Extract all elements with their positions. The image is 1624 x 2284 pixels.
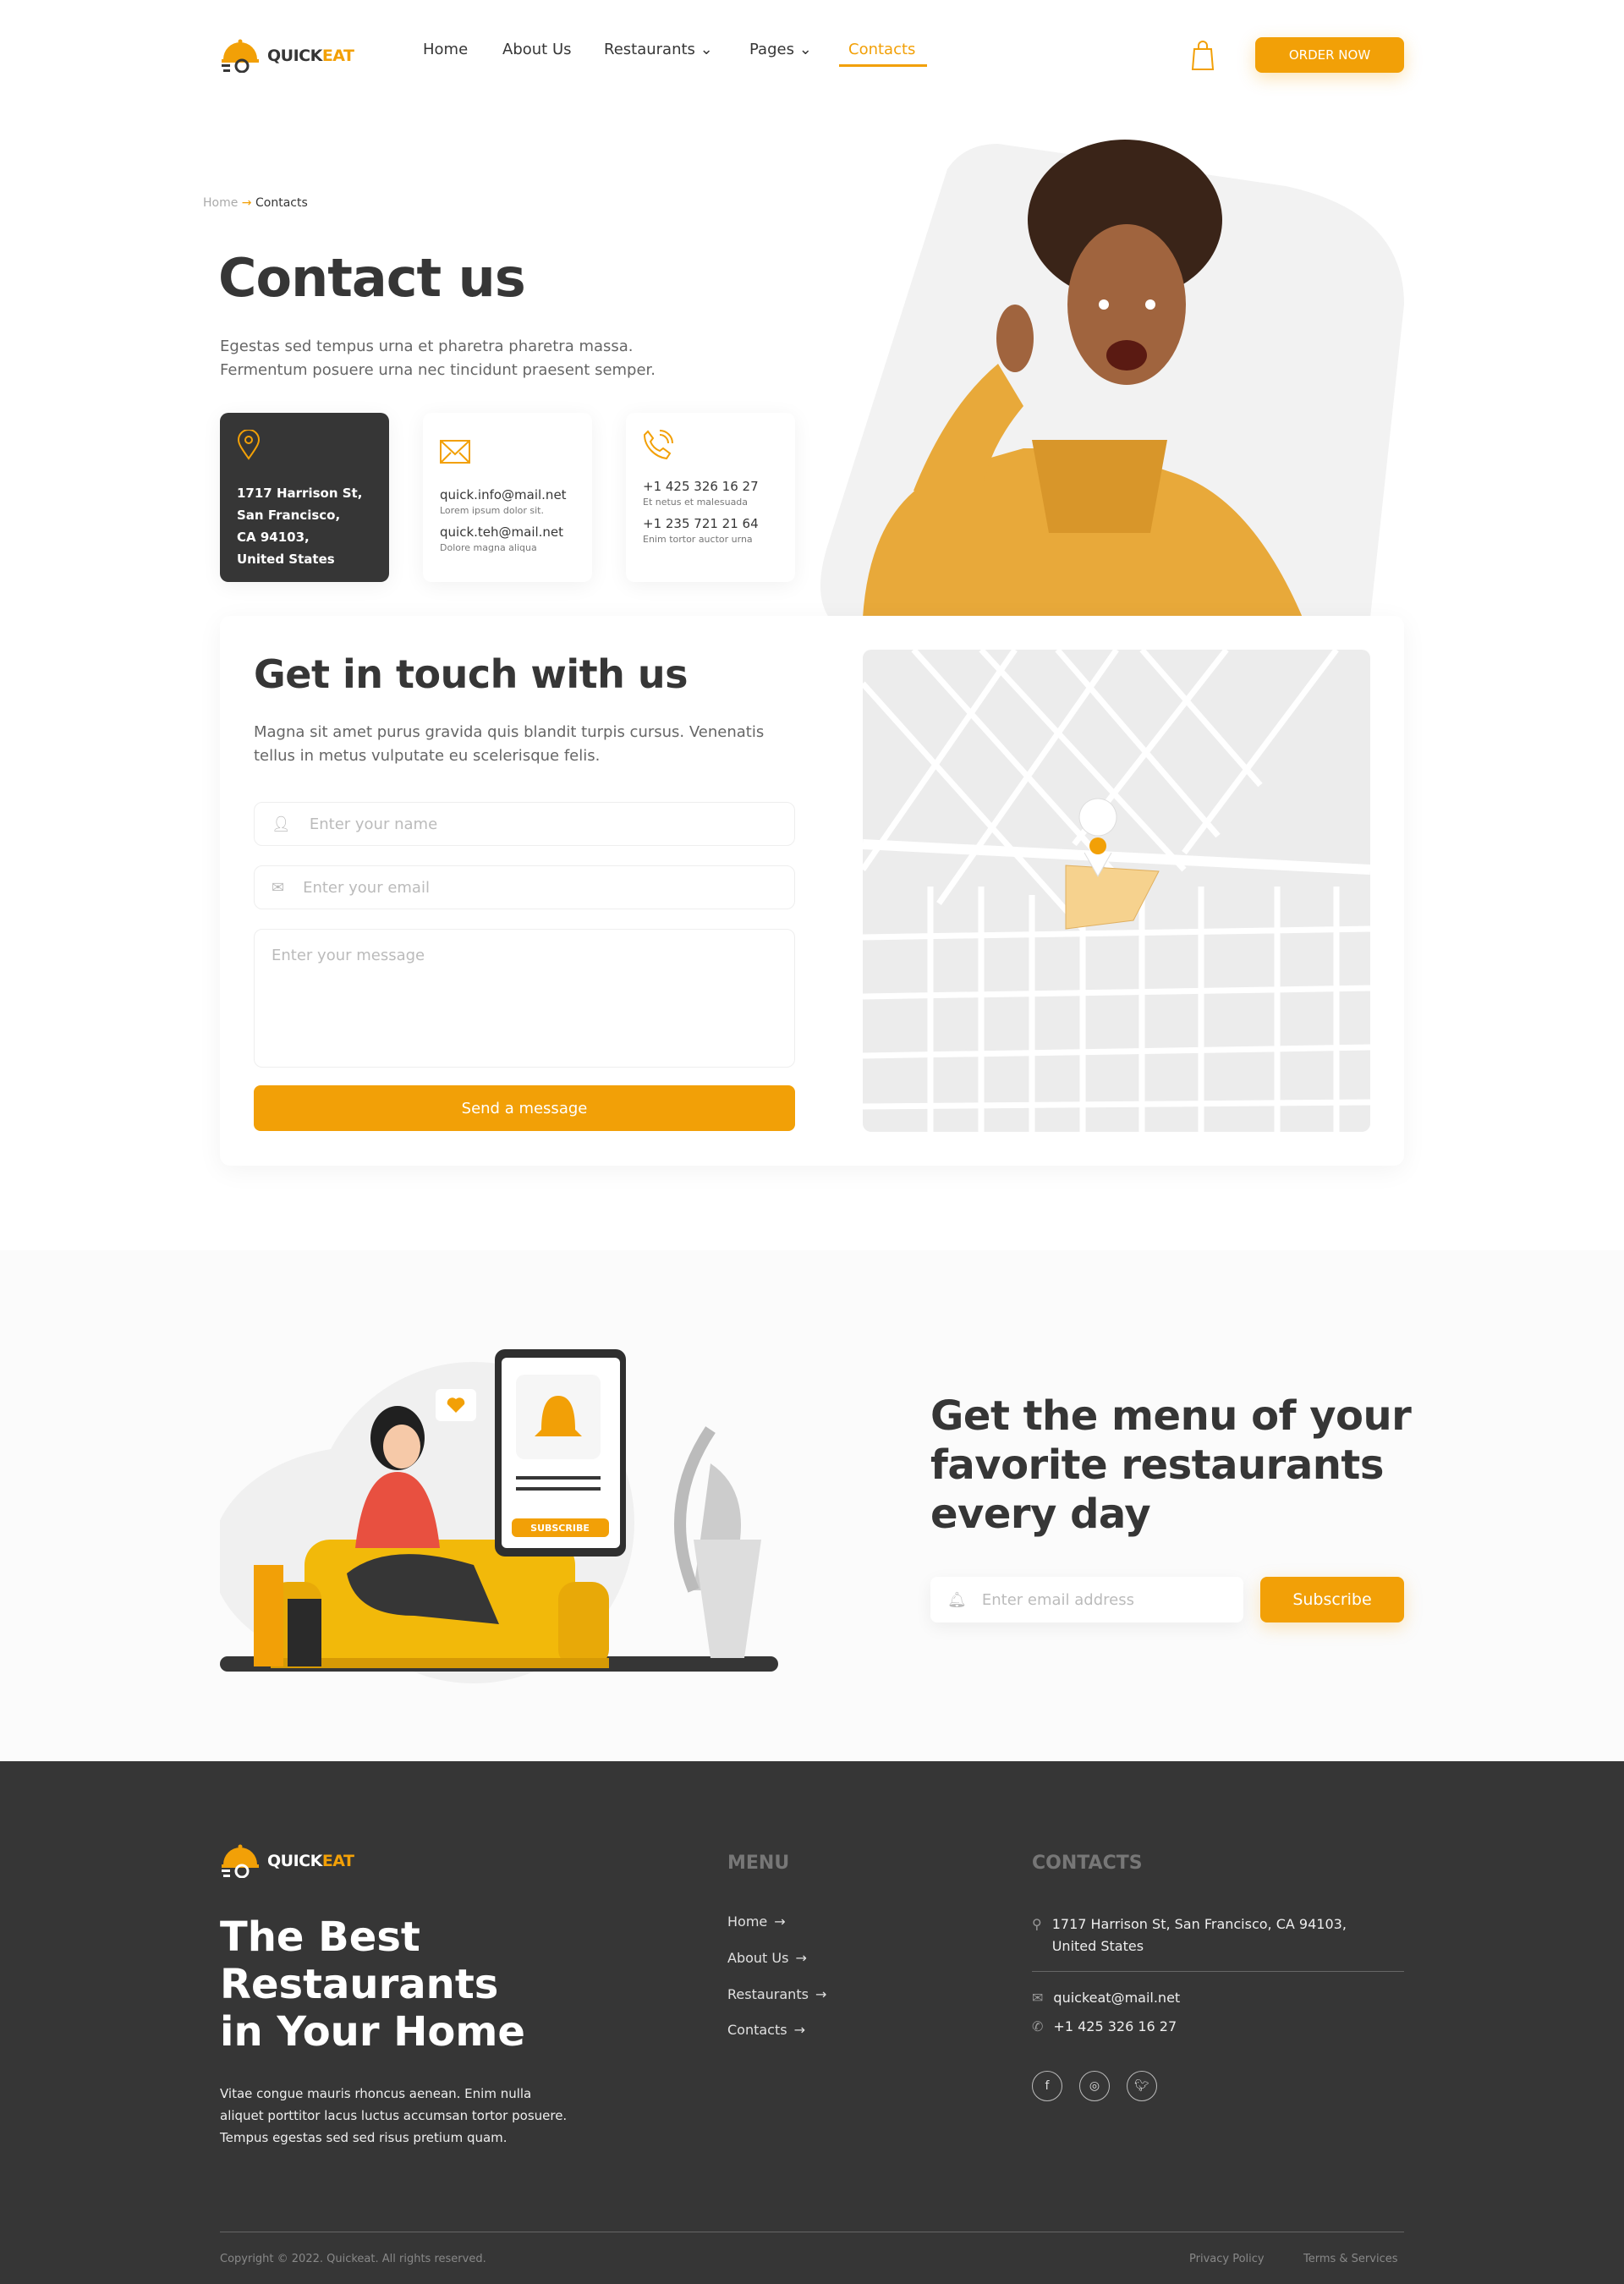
hero-person-image <box>820 140 1404 618</box>
user-icon: 👤︎ <box>272 815 291 833</box>
phone-2-note: Enim tortor auctor urna <box>643 534 753 545</box>
footer-title: The Best Restaurants in Your Home <box>220 1913 525 2056</box>
name-placeholder: Enter your name <box>309 815 438 833</box>
phone-card: +1 425 326 16 27 Et netus et malesuada +… <box>626 413 795 582</box>
newsletter-placeholder: Enter email address <box>981 1590 1134 1609</box>
newsletter-title: Get the menu of your favorite restaurants… <box>930 1392 1412 1538</box>
svg-text:SUBSCRIBE: SUBSCRIBE <box>530 1523 590 1534</box>
message-placeholder: Enter your message <box>272 947 425 964</box>
phone-1[interactable]: +1 425 326 16 27 <box>643 479 778 494</box>
footer-logo[interactable]: QUICKEAT <box>220 1844 354 1878</box>
instagram-icon[interactable]: ◎ <box>1079 2071 1110 2101</box>
email-field[interactable]: ✉︎ Enter your email <box>254 865 795 909</box>
envelope-icon: ✉︎ <box>272 878 285 897</box>
cart-button[interactable] <box>1189 37 1216 74</box>
breadcrumb-home[interactable]: Home <box>203 196 238 210</box>
newsletter-illustration: SUBSCRIBE <box>220 1349 778 1683</box>
newsletter-email-input[interactable]: 🔔︎ Enter email address <box>930 1577 1243 1622</box>
arrow-right-icon: → <box>815 1986 827 2002</box>
email-2[interactable]: quick.teh@mail.net <box>440 524 575 540</box>
twitter-icon[interactable]: 🐦︎ <box>1127 2071 1157 2101</box>
footer-divider <box>1032 1971 1404 1972</box>
page-title: Contact us <box>218 247 526 309</box>
chevron-down-icon: ⌄ <box>700 41 713 58</box>
email-1-note: Lorem ipsum dolor sit. <box>440 505 544 516</box>
location-pin-icon: ⚲ <box>1032 1916 1042 1932</box>
message-field[interactable]: Enter your message <box>254 929 795 1068</box>
footer-link-contacts[interactable]: Contacts → <box>727 2022 805 2038</box>
chevron-down-icon: ⌄ <box>798 41 812 58</box>
shopping-bag-icon <box>1191 41 1215 70</box>
nav-contacts[interactable]: Contacts <box>848 41 915 58</box>
footer-phone[interactable]: ✆ +1 425 326 16 27 <box>1032 2018 1177 2034</box>
breadcrumb: Home → Contacts <box>203 196 308 210</box>
breadcrumb-separator: → <box>241 196 252 210</box>
email-2-note: Dolore magna aliqua <box>440 542 537 553</box>
form-description: Magna sit amet purus gravida quis blandi… <box>254 723 765 765</box>
form-title: Get in touch with us <box>254 651 689 697</box>
envelope-icon: ✉ <box>1032 1990 1044 2006</box>
facebook-icon[interactable]: f <box>1032 2071 1062 2101</box>
footer-email[interactable]: ✉ quickeat@mail.net <box>1032 1990 1180 2006</box>
footer-link-home[interactable]: Home → <box>727 1913 786 1930</box>
nav-restaurants[interactable]: Restaurants ⌄ <box>604 41 713 58</box>
bell-icon: 🔔︎ <box>947 1590 967 1609</box>
email-placeholder: Enter your email <box>303 878 430 897</box>
footer-link-restaurants[interactable]: Restaurants → <box>727 1986 826 2002</box>
brand-name: QUICKEAT <box>267 47 354 65</box>
nav-pages[interactable]: Pages ⌄ <box>749 41 812 58</box>
envelope-icon <box>440 440 470 464</box>
location-pin-icon <box>237 429 261 460</box>
phone-2[interactable]: +1 235 721 21 64 <box>643 516 778 531</box>
terms-link[interactable]: Terms & Services <box>1303 2253 1398 2265</box>
footer-contacts-title: CONTACTS <box>1032 1853 1143 1874</box>
logo[interactable]: QUICKEAT <box>220 39 354 73</box>
brand-name: QUICKEAT <box>267 1852 354 1870</box>
logo-cloche-icon <box>222 1844 259 1878</box>
email-card: quick.info@mail.net Lorem ipsum dolor si… <box>423 413 592 582</box>
nav-home[interactable]: Home <box>423 41 468 58</box>
subscribe-button[interactable]: Subscribe <box>1260 1577 1404 1622</box>
send-message-button[interactable]: Send a message <box>254 1085 795 1131</box>
location-map[interactable] <box>863 650 1370 1132</box>
address-card: 1717 Harrison St, San Francisco, CA 94103,… <box>220 413 389 582</box>
order-now-button[interactable]: ORDER NOW <box>1255 37 1404 73</box>
email-1[interactable]: quick.info@mail.net <box>440 487 575 502</box>
nav-about[interactable]: About Us <box>502 41 572 58</box>
footer-address: ⚲ 1717 Harrison St, San Francisco, CA 941… <box>1032 1913 1347 1957</box>
footer-description: Vitae congue mauris rhoncus aenean. Enim… <box>220 2086 568 2145</box>
phone-icon: ✆ <box>1032 2018 1044 2034</box>
arrow-right-icon: → <box>774 1913 786 1930</box>
hero-description: Egestas sed tempus urna et pharetra phar… <box>220 338 656 379</box>
privacy-policy-link[interactable]: Privacy Policy <box>1189 2253 1265 2265</box>
breadcrumb-current: Contacts <box>255 196 308 210</box>
active-underline <box>839 64 927 67</box>
copyright: Copyright © 2022. Quickeat. All rights r… <box>220 2253 486 2265</box>
footer-menu-title: MENU <box>727 1853 790 1874</box>
logo-cloche-icon <box>222 39 259 73</box>
name-field[interactable]: 👤︎ Enter your name <box>254 802 795 846</box>
phone-1-note: Et netus et malesuada <box>643 497 749 508</box>
arrow-right-icon: → <box>793 2022 805 2038</box>
phone-icon <box>643 430 673 460</box>
footer-link-about[interactable]: About Us → <box>727 1950 807 1966</box>
arrow-right-icon: → <box>795 1950 807 1966</box>
